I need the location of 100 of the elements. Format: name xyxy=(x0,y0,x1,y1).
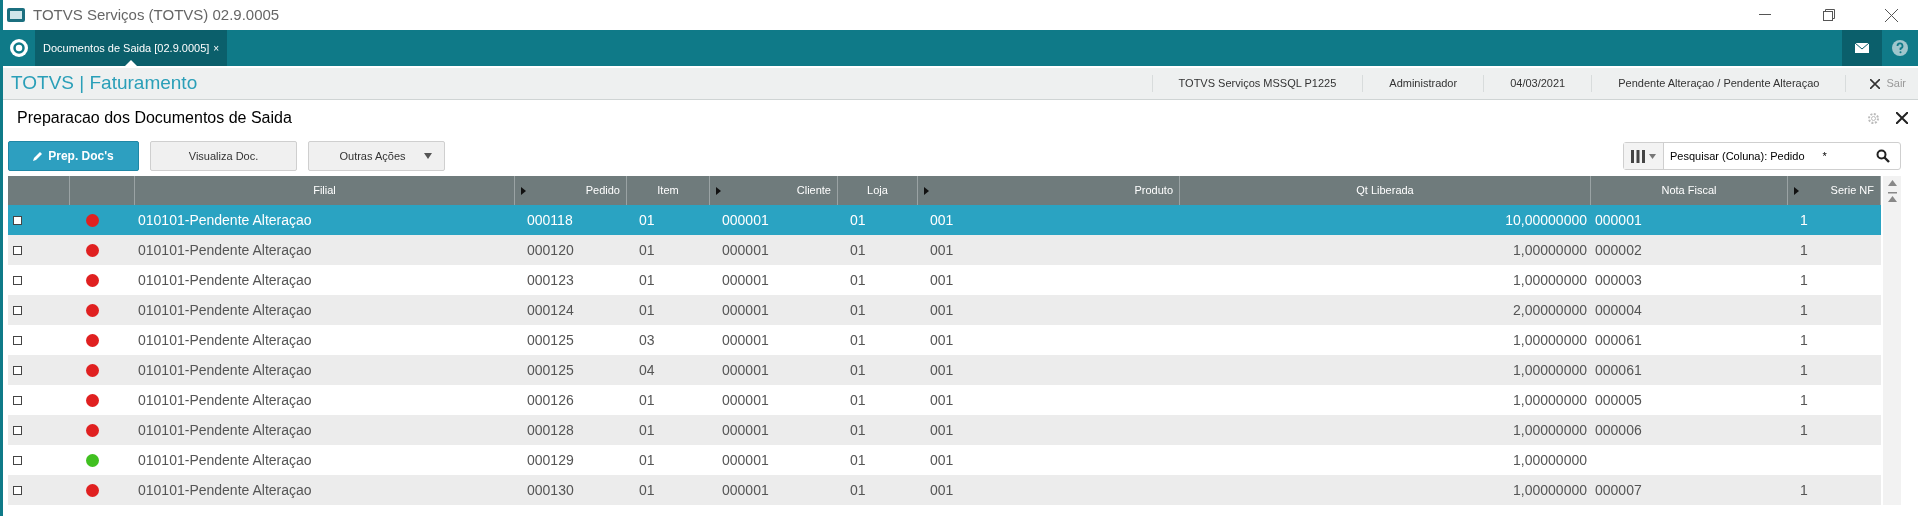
row-checkbox[interactable] xyxy=(13,305,22,315)
table-cell: 01 xyxy=(850,331,866,348)
row-checkbox[interactable] xyxy=(13,275,22,285)
page-title: Preparacao dos Documentos de Saida xyxy=(17,108,292,128)
table-cell: 01 xyxy=(639,421,655,438)
table-row[interactable]: 010101-Pendente Alteraçao 000125 04 000001 01 001 1,00000000 000061 1 xyxy=(8,355,1881,385)
table-cell: 01 xyxy=(850,421,866,438)
table-cell: 001 xyxy=(930,451,954,468)
table-cell: 01 xyxy=(850,211,866,228)
document-tab[interactable]: Documentos de Saida [02.9.0005] × xyxy=(35,30,228,66)
table-cell: 1,00000000 xyxy=(1513,361,1587,378)
table-cell: 000001 xyxy=(722,241,769,258)
row-checkbox[interactable] xyxy=(13,365,22,375)
column-picker-button[interactable] xyxy=(1624,143,1664,169)
table-cell: 04 xyxy=(639,361,655,378)
session-info: Pendente Alteraçao / Pendente Alteraçao xyxy=(1591,75,1846,92)
table-cell: 001 xyxy=(930,331,954,348)
table-cell: 000129 xyxy=(527,451,574,468)
window-title: TOTVS Serviços (TOTVS) 02.9.0005 xyxy=(33,4,280,25)
table-cell: 000001 xyxy=(722,331,769,348)
table-cell: 010101-Pendente Alteraçao xyxy=(138,271,312,288)
table-cell: 1 xyxy=(1800,211,1808,228)
row-checkbox[interactable] xyxy=(13,455,22,465)
table-cell: 01 xyxy=(639,241,655,258)
table-cell: 01 xyxy=(639,301,655,318)
scroll-up-icon[interactable] xyxy=(1887,180,1897,186)
row-checkbox[interactable] xyxy=(13,395,22,405)
table-cell: 000125 xyxy=(527,361,574,378)
close-icon[interactable] xyxy=(1885,8,1898,22)
other-actions-button[interactable]: Outras Ações xyxy=(308,141,445,171)
table-cell: 01 xyxy=(850,361,866,378)
table-cell: 001 xyxy=(930,211,954,228)
table-cell: 1 xyxy=(1800,331,1808,348)
row-checkbox[interactable] xyxy=(13,245,22,255)
minimize-icon[interactable] xyxy=(1759,14,1771,16)
table-cell: 000002 xyxy=(1595,241,1642,258)
table-cell: 010101-Pendente Alteraçao xyxy=(138,391,312,408)
table-cell: 1 xyxy=(1800,271,1808,288)
table-cell: 001 xyxy=(930,391,954,408)
table-cell: 000001 xyxy=(722,211,769,228)
table-cell: 000118 xyxy=(527,211,573,228)
row-checkbox[interactable] xyxy=(13,425,22,435)
table-cell: 000001 xyxy=(722,391,769,408)
caret-icon xyxy=(423,153,432,159)
table-row[interactable]: 010101-Pendente Alteraçao 000128 01 000001 01 001 1,00000000 000006 1 xyxy=(8,415,1881,445)
maximize-icon[interactable] xyxy=(1823,9,1835,21)
sort-arrow-icon xyxy=(924,186,929,195)
search-icon[interactable] xyxy=(1876,149,1890,163)
table-cell: 1 xyxy=(1800,361,1808,378)
table-cell: 01 xyxy=(850,481,866,498)
table-cell: 001 xyxy=(930,481,954,498)
close-icon[interactable] xyxy=(1896,112,1908,124)
table-cell: 001 xyxy=(930,421,954,438)
table-cell: 000061 xyxy=(1595,331,1642,348)
table-cell: 1,00000000 xyxy=(1513,421,1587,438)
table-cell: 01 xyxy=(639,481,655,498)
sort-arrow-icon xyxy=(716,186,721,195)
table-cell: 000126 xyxy=(527,391,574,408)
row-checkbox[interactable] xyxy=(13,215,22,225)
table-row[interactable]: 010101-Pendente Alteraçao 000124 01 000001 01 001 2,00000000 000004 1 xyxy=(8,295,1881,325)
table-cell: 001 xyxy=(930,301,954,318)
table-row[interactable]: 010101-Pendente Alteraçao 000130 01 000001 01 001 1,00000000 000007 1 xyxy=(8,475,1881,505)
row-checkbox[interactable] xyxy=(13,335,22,345)
table-cell: 000004 xyxy=(1595,301,1642,318)
table-cell: 010101-Pendente Alteraçao xyxy=(138,361,312,378)
table-cell: 01 xyxy=(850,301,866,318)
table-cell: 01 xyxy=(850,271,866,288)
module-title: TOTVS | Faturamento xyxy=(11,71,198,96)
view-doc-button[interactable]: Visualiza Doc. xyxy=(150,141,297,171)
table-cell: 1 xyxy=(1800,301,1808,318)
row-checkbox[interactable] xyxy=(13,485,22,495)
mail-icon[interactable] xyxy=(1855,43,1869,53)
table-cell: 01 xyxy=(639,211,655,228)
table-cell: 03 xyxy=(639,331,655,348)
table-cell: 01 xyxy=(639,271,655,288)
pencil-icon xyxy=(33,151,44,161)
table-cell: 000007 xyxy=(1595,481,1642,498)
table-cell: 010101-Pendente Alteraçao xyxy=(138,421,312,438)
table-cell: 001 xyxy=(930,361,954,378)
table-cell: 1,00000000 xyxy=(1513,451,1587,468)
table-cell: 1 xyxy=(1800,421,1808,438)
table-cell: 000124 xyxy=(527,301,574,318)
table-cell: 001 xyxy=(930,241,954,258)
help-icon[interactable] xyxy=(1892,40,1908,56)
table-cell: 000128 xyxy=(527,421,574,438)
table-row[interactable]: 010101-Pendente Alteraçao 000120 01 000001 01 001 1,00000000 000002 1 xyxy=(8,235,1881,265)
scrollbar[interactable] xyxy=(1883,176,1901,505)
close-icon xyxy=(1870,78,1881,89)
table-cell: 000001 xyxy=(1595,211,1642,228)
table-cell: 000001 xyxy=(722,361,769,378)
table-cell: 000130 xyxy=(527,481,574,498)
app-icon xyxy=(7,8,25,22)
sort-arrow-icon xyxy=(521,186,526,195)
table-cell: 1 xyxy=(1800,481,1808,498)
scroll-top-icon[interactable] xyxy=(1887,192,1897,202)
table-cell: 010101-Pendente Alteraçao xyxy=(138,481,312,498)
table-cell: 01 xyxy=(850,391,866,408)
table-cell: 010101-Pendente Alteraçao xyxy=(138,331,312,348)
logo-icon xyxy=(9,38,29,58)
table-cell: 000003 xyxy=(1595,271,1642,288)
